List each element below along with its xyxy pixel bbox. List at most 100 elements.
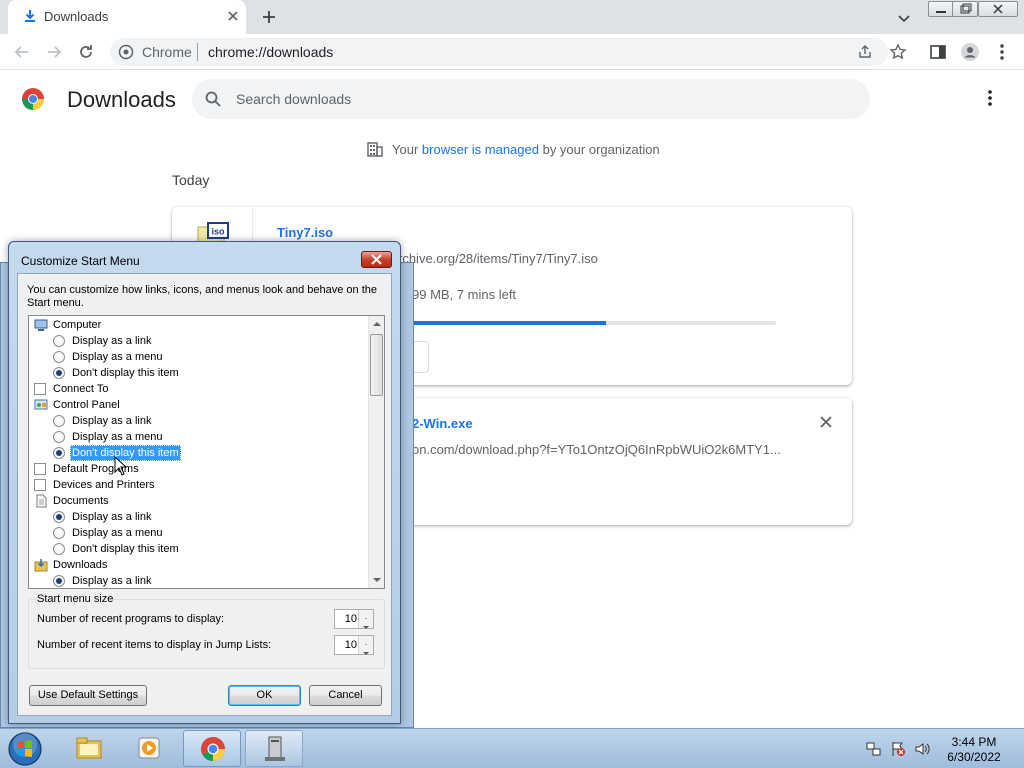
group-legend: Start menu size (37, 593, 114, 605)
chevron-down-icon (363, 652, 369, 655)
restore-icon (960, 3, 972, 14)
remove-download-icon[interactable] (818, 414, 834, 430)
dialog-close-button[interactable] (361, 251, 392, 268)
profile-avatar-icon[interactable] (960, 42, 980, 62)
iso-icon-text: iso (211, 227, 225, 237)
option-label: Documents (53, 495, 109, 507)
system-clock[interactable]: 3:44 PM 6/30/2022 (940, 735, 1008, 765)
start-menu-size-group: Start menu size Number of recent program… (28, 593, 385, 669)
radio-button[interactable] (53, 415, 65, 427)
download-status: 99 MB, 7 mins left (412, 287, 517, 302)
radio-button[interactable] (53, 447, 65, 459)
tab-title: Downloads (44, 9, 109, 24)
taskbar-control-panel[interactable] (245, 730, 303, 767)
downloads-folder-icon (34, 559, 48, 572)
more-options-icon[interactable] (980, 88, 1000, 108)
new-tab-icon[interactable] (258, 6, 280, 28)
increment-button[interactable] (358, 636, 373, 647)
radio-button[interactable] (53, 335, 65, 347)
checkbox[interactable] (34, 463, 46, 475)
volume-icon[interactable] (914, 741, 930, 757)
use-default-settings-button[interactable]: Use Default Settings (29, 685, 147, 706)
recent-programs-input[interactable] (337, 612, 357, 626)
start-menu-options-list[interactable]: Display as a link Downloads Don't display … (28, 315, 385, 589)
option-label: Don't display this item (72, 367, 179, 379)
folder-icon (76, 737, 102, 759)
file-url[interactable]: rchive.org/28/items/Tiny7/Tiny7.iso (398, 251, 598, 266)
taskbar-explorer[interactable] (60, 730, 118, 767)
increment-button[interactable] (358, 610, 373, 621)
bookmark-star-icon[interactable] (888, 42, 908, 62)
radio-button[interactable] (53, 527, 65, 539)
cancel-button[interactable]: Cancel (309, 685, 382, 706)
close-tab-icon[interactable] (224, 7, 242, 25)
file-name-link[interactable]: 2-Win.exe (412, 416, 473, 431)
url-text[interactable]: chrome://downloads (208, 44, 333, 60)
clock-date: 6/30/2022 (947, 750, 1001, 764)
search-input[interactable] (236, 89, 836, 109)
chrome-menu-icon[interactable] (992, 42, 1012, 62)
option-label: Downloads (53, 559, 108, 571)
managed-link[interactable]: browser is managed (422, 142, 539, 157)
radio-button[interactable] (53, 543, 65, 555)
radio-button[interactable] (53, 351, 65, 363)
restore-button[interactable] (952, 1, 978, 17)
close-window-button[interactable] (978, 1, 1018, 17)
minimize-icon (936, 11, 946, 13)
windows-taskbar: 3:44 PM 6/30/2022 (0, 728, 1024, 768)
customize-start-menu-dialog: Customize Start Menu You can customize h… (8, 241, 401, 724)
radio-button[interactable] (53, 367, 65, 379)
search-downloads-box[interactable] (192, 79, 870, 119)
jump-list-input[interactable] (337, 638, 357, 652)
tab-strip: Downloads (0, 0, 1024, 34)
taskbar-media-player[interactable] (120, 730, 178, 767)
forward-icon[interactable] (44, 42, 64, 62)
radio-button[interactable] (53, 431, 65, 443)
network-icon[interactable] (866, 741, 882, 757)
share-icon[interactable] (857, 44, 873, 60)
jump-list-stepper[interactable] (334, 635, 374, 655)
tab-downloads[interactable]: Downloads (8, 0, 246, 34)
radio-button[interactable] (53, 511, 65, 523)
file-url[interactable]: on.com/download.php?f=YTo1OntzOjQ6InRpbW… (412, 442, 781, 457)
file-name-link[interactable]: Tiny7.iso (277, 225, 333, 240)
start-button-icon[interactable] (6, 731, 44, 767)
checkbox[interactable] (34, 479, 46, 491)
decrement-button[interactable] (358, 645, 373, 655)
option-label: Display as a link (72, 415, 152, 427)
decrement-button[interactable] (358, 619, 373, 629)
computer-tower-icon (265, 736, 285, 761)
chrome-icon (201, 737, 225, 761)
page-title: Downloads (67, 87, 176, 112)
option-label: Display as a link (72, 335, 152, 347)
managed-suffix: by your organization (542, 142, 660, 157)
clock-time: 3:44 PM (951, 735, 997, 749)
address-bar[interactable]: Chrome chrome://downloads (110, 38, 888, 66)
recent-programs-stepper[interactable] (334, 609, 374, 629)
option-label: Connect To (53, 383, 109, 395)
back-icon[interactable] (12, 42, 32, 62)
option-label: Display as a link (72, 575, 152, 587)
recent-programs-label: Number of recent programs to display: (37, 613, 225, 625)
date-section-label: Today (172, 172, 210, 188)
documents-icon (36, 494, 47, 508)
omnibox-divider (197, 43, 198, 61)
ok-button[interactable]: OK (228, 685, 301, 706)
action-center-warning-icon[interactable] (890, 741, 906, 757)
scroll-up-icon[interactable] (369, 316, 385, 332)
chrome-site-icon (118, 44, 134, 60)
minimize-button[interactable] (928, 1, 954, 17)
checkbox[interactable] (34, 383, 46, 395)
reload-icon[interactable] (76, 42, 96, 62)
chevron-down-icon[interactable] (894, 8, 914, 28)
mouse-cursor-icon (114, 456, 128, 476)
option-label: Devices and Printers (53, 479, 155, 491)
scroll-thumb[interactable] (370, 334, 383, 396)
radio-button[interactable] (53, 575, 65, 587)
scroll-down-icon[interactable] (369, 572, 385, 588)
option-label: Display as a menu (72, 351, 163, 363)
list-scrollbar[interactable] (368, 316, 384, 588)
managed-notice: Your browser is managed by your organiza… (366, 140, 660, 158)
side-panel-icon[interactable] (928, 42, 948, 62)
taskbar-chrome[interactable] (183, 730, 241, 767)
